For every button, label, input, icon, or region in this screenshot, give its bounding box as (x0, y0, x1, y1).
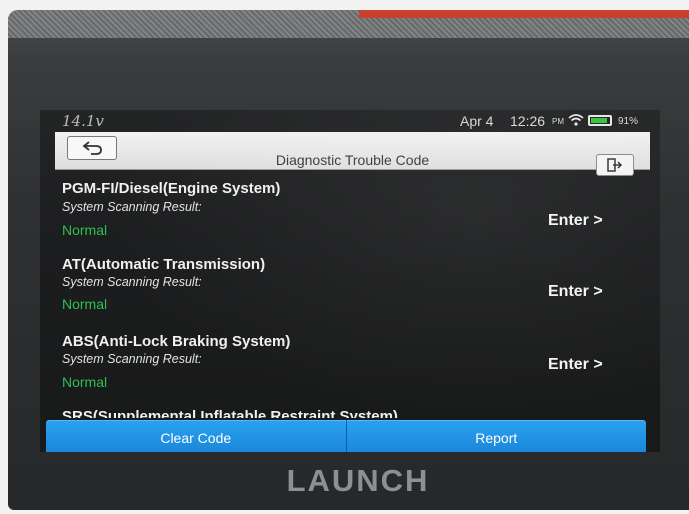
status-date: Apr 4 (460, 113, 494, 129)
status-time: 12:26 (510, 113, 546, 129)
page-title: Diagnostic Trouble Code (275, 152, 430, 168)
clear-code-button[interactable]: Clear Code (46, 420, 346, 452)
launch-logo: LAUNCH (286, 463, 430, 498)
system-row-srs: SRS(Supplemental Inflatable Restraint Sy… (40, 408, 660, 418)
diagnostic-device: 14.1v Apr 4 12:26 PM 91% Diagnostic Trou… (8, 10, 689, 510)
device-red-edge (359, 10, 689, 18)
system-name: ABS(Anti-Lock Braking System) (62, 333, 291, 350)
enter-button-transmission[interactable]: Enter > (548, 283, 603, 301)
scan-result-label: System Scanning Result: (62, 200, 202, 214)
system-row-transmission: AT(Automatic Transmission) System Scanni… (40, 252, 660, 330)
system-name: AT(Automatic Transmission) (62, 256, 266, 273)
system-row-engine: PGM-FI/Diesel(Engine System) System Scan… (40, 174, 660, 252)
battery-icon (588, 115, 612, 126)
wifi-icon (568, 114, 584, 126)
battery-percent: 91% (618, 116, 639, 127)
scan-result-status: Normal (62, 296, 108, 312)
report-button[interactable]: Report (345, 420, 646, 452)
scan-result-status: Normal (62, 222, 108, 238)
scan-result-label: System Scanning Result: (62, 275, 202, 289)
scan-result-label: System Scanning Result: (62, 352, 202, 366)
enter-button-abs[interactable]: Enter > (548, 356, 603, 374)
system-row-abs: ABS(Anti-Lock Braking System) System Sca… (40, 330, 660, 408)
title-bar: Diagnostic Trouble Code (55, 132, 650, 176)
status-ampm: PM (552, 117, 564, 126)
bottom-action-bar: Clear Code Report (46, 420, 646, 452)
scan-result-status: Normal (62, 374, 108, 390)
system-list[interactable]: PGM-FI/Diesel(Engine System) System Scan… (40, 170, 660, 418)
system-name: SRS(Supplemental Inflatable Restraint Sy… (62, 408, 398, 418)
enter-button-engine[interactable]: Enter > (548, 212, 603, 230)
battery-fill (591, 118, 607, 123)
system-name: PGM-FI/Diesel(Engine System) (62, 180, 281, 197)
voltage-readout: 14.1v (62, 112, 104, 130)
device-screen: 14.1v Apr 4 12:26 PM 91% Diagnostic Trou… (40, 110, 660, 452)
status-bar: 14.1v Apr 4 12:26 PM 91% (40, 110, 660, 132)
